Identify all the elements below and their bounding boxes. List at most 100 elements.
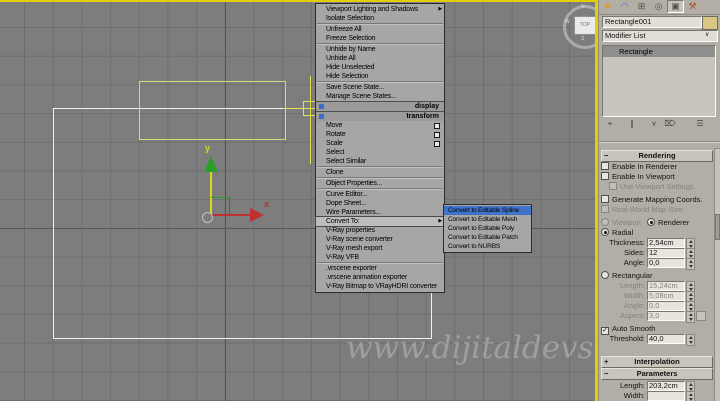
control-label: Real-World Map Size bbox=[612, 205, 683, 214]
value-field[interactable]: 12 bbox=[647, 248, 685, 258]
modifier-list-dropdown[interactable]: Modifier List bbox=[602, 30, 718, 42]
submenu-item[interactable]: Convert to Editable Spline bbox=[444, 206, 531, 215]
value-field[interactable]: 2,54cm bbox=[647, 238, 685, 248]
menu-item[interactable]: Unhide by Name bbox=[316, 45, 444, 54]
value-field[interactable]: 5,08cm bbox=[647, 291, 685, 301]
gizmo-y-axis-stem[interactable] bbox=[210, 170, 212, 214]
tab-display[interactable]: ▣ bbox=[667, 0, 684, 13]
gizmo-y-label: y bbox=[205, 143, 210, 153]
menu-item[interactable]: Viewport Lighting and Shadows▶ bbox=[316, 5, 444, 14]
configure-modifier-sets-icon: ☰ bbox=[696, 119, 703, 128]
menu-item[interactable]: Unhide All bbox=[316, 54, 444, 63]
pin-stack-button[interactable]: ⌖ bbox=[601, 118, 619, 130]
gizmo-x-axis-stem[interactable] bbox=[211, 214, 250, 216]
configure-modifier-sets-button[interactable]: ☰ bbox=[691, 118, 709, 130]
menu-item[interactable]: Dope Sheet... bbox=[316, 199, 444, 208]
menu-item[interactable]: Rotate bbox=[316, 130, 444, 139]
radio-radial[interactable] bbox=[601, 228, 609, 236]
rollout-interpolation[interactable]: + Interpolation bbox=[601, 356, 713, 368]
gizmo-xy-plane-handle-green[interactable] bbox=[211, 197, 229, 198]
menu-item[interactable]: Curve Editor... bbox=[316, 190, 444, 199]
menu-item[interactable]: Clone bbox=[316, 168, 444, 177]
spinner-arrows[interactable] bbox=[686, 258, 695, 270]
menu-item[interactable]: Convert To:▶ bbox=[316, 217, 444, 226]
menu-item[interactable]: V-Ray VFB bbox=[316, 253, 444, 262]
settings-box-icon[interactable] bbox=[434, 141, 440, 147]
menu-item[interactable]: V-Ray Bitmap to VRayHDRI converter bbox=[316, 282, 444, 291]
control-label: Enable In Viewport bbox=[612, 172, 675, 181]
checkbox-enable-in-viewport[interactable] bbox=[601, 172, 609, 180]
menu-item[interactable]: .vrscene exporter bbox=[316, 264, 444, 273]
tab-modify[interactable]: ◠ bbox=[616, 0, 633, 13]
rollout-rendering[interactable]: − Rendering bbox=[601, 150, 713, 162]
viewcube-top-face[interactable]: TOP bbox=[574, 16, 596, 35]
menu-item[interactable]: Select Similar bbox=[316, 157, 444, 166]
menu-item[interactable]: Unfreeze All bbox=[316, 25, 444, 34]
radio-renderer[interactable] bbox=[647, 218, 655, 226]
show-end-result-button[interactable]: ∥ bbox=[623, 118, 641, 130]
menu-item[interactable]: Object Properties... bbox=[316, 179, 444, 188]
field-value: 12 bbox=[649, 248, 657, 257]
spinner-arrows[interactable] bbox=[686, 391, 695, 401]
value-field[interactable]: 3,0 bbox=[647, 311, 685, 321]
remove-modifier-button[interactable]: ⌦ bbox=[661, 118, 679, 130]
value-field[interactable]: 40,0 bbox=[647, 334, 685, 344]
gizmo-x-arrowhead-icon[interactable] bbox=[250, 208, 264, 222]
stack-entry-rectangle[interactable]: Rectangle bbox=[603, 46, 715, 57]
rollout-interpolation-title: Interpolation bbox=[634, 357, 679, 366]
submenu-item[interactable]: Convert to NURBS bbox=[444, 242, 531, 251]
settings-box-icon[interactable] bbox=[434, 132, 440, 138]
radio-viewport[interactable] bbox=[601, 218, 609, 226]
menu-item[interactable]: Save Scene State... bbox=[316, 83, 444, 92]
settings-box-icon[interactable] bbox=[434, 123, 440, 129]
menu-item[interactable]: V-Ray properties bbox=[316, 226, 444, 235]
menu-item[interactable]: Select bbox=[316, 148, 444, 157]
top-viewport[interactable]: y x www.dijitaldevs.c N E S W TOP bbox=[0, 0, 598, 401]
aspect-lock-button[interactable] bbox=[696, 311, 706, 321]
gizmo-xy-plane-handle-red[interactable] bbox=[229, 197, 230, 215]
menu-item[interactable]: .vrscene animation exporter bbox=[316, 273, 444, 282]
checkbox-real-world-map-size[interactable] bbox=[601, 205, 609, 213]
panel-scrollbar[interactable] bbox=[714, 148, 720, 401]
menu-item[interactable]: Isolate Selection bbox=[316, 14, 444, 23]
value-field[interactable]: 0,0 bbox=[647, 258, 685, 268]
menu-item[interactable]: Hide Selection bbox=[316, 72, 444, 81]
tab-hierarchy[interactable]: ⊞ bbox=[633, 0, 650, 13]
menu-item[interactable]: Wire Parameters... bbox=[316, 208, 444, 217]
value-field[interactable]: 0,0 bbox=[647, 301, 685, 311]
modifier-stack[interactable]: Rectangle bbox=[602, 45, 716, 117]
value-field[interactable]: 15,24cm bbox=[647, 281, 685, 291]
menu-item[interactable]: Move bbox=[316, 121, 444, 130]
menu-item[interactable]: Freeze Selection bbox=[316, 34, 444, 43]
spinner-arrows[interactable] bbox=[686, 311, 695, 323]
rollout-parameters[interactable]: − Parameters bbox=[601, 368, 713, 380]
radio-rectangular[interactable] bbox=[601, 271, 609, 279]
submenu-item[interactable]: Convert to Editable Patch bbox=[444, 233, 531, 242]
menu-item[interactable]: Scale bbox=[316, 139, 444, 148]
gizmo-y-arrowhead-icon[interactable] bbox=[204, 156, 218, 172]
menu-item[interactable]: Manage Scene States... bbox=[316, 92, 444, 101]
gizmo-origin-circle bbox=[202, 212, 213, 223]
value-field[interactable]: 203,2cm bbox=[647, 381, 685, 391]
radio2-row: ViewportRenderer bbox=[601, 218, 713, 228]
spinner-arrows[interactable] bbox=[686, 334, 695, 346]
submenu-item[interactable]: Convert to Editable Poly bbox=[444, 224, 531, 233]
menu-item[interactable]: V-Ray scene converter bbox=[316, 235, 444, 244]
tab-motion[interactable]: ◎ bbox=[650, 0, 667, 13]
value-field[interactable] bbox=[647, 391, 685, 401]
checkbox-generate-mapping-coords-[interactable] bbox=[601, 195, 609, 203]
submenu-item[interactable]: Convert to Editable Mesh bbox=[444, 215, 531, 224]
menu-item[interactable]: Hide Unselected bbox=[316, 63, 444, 72]
rectangle-shape-selected[interactable] bbox=[139, 81, 286, 140]
panel-scrollbar-thumb[interactable] bbox=[715, 214, 720, 240]
checkbox-use-viewport-settings[interactable] bbox=[609, 182, 617, 190]
object-color-swatch[interactable] bbox=[702, 16, 718, 30]
checkbox-enable-in-renderer[interactable] bbox=[601, 162, 609, 170]
control-label: Renderer bbox=[658, 218, 689, 227]
check-row: Generate Mapping Coords. bbox=[601, 195, 713, 205]
tab-utilities[interactable]: ⚒ bbox=[684, 0, 701, 13]
tab-create[interactable]: ✱ bbox=[599, 0, 616, 13]
menu-item[interactable]: V-Ray mesh export bbox=[316, 244, 444, 253]
control-label: Rectangular bbox=[612, 271, 652, 280]
object-name-field[interactable]: Rectangle001 bbox=[602, 16, 702, 28]
